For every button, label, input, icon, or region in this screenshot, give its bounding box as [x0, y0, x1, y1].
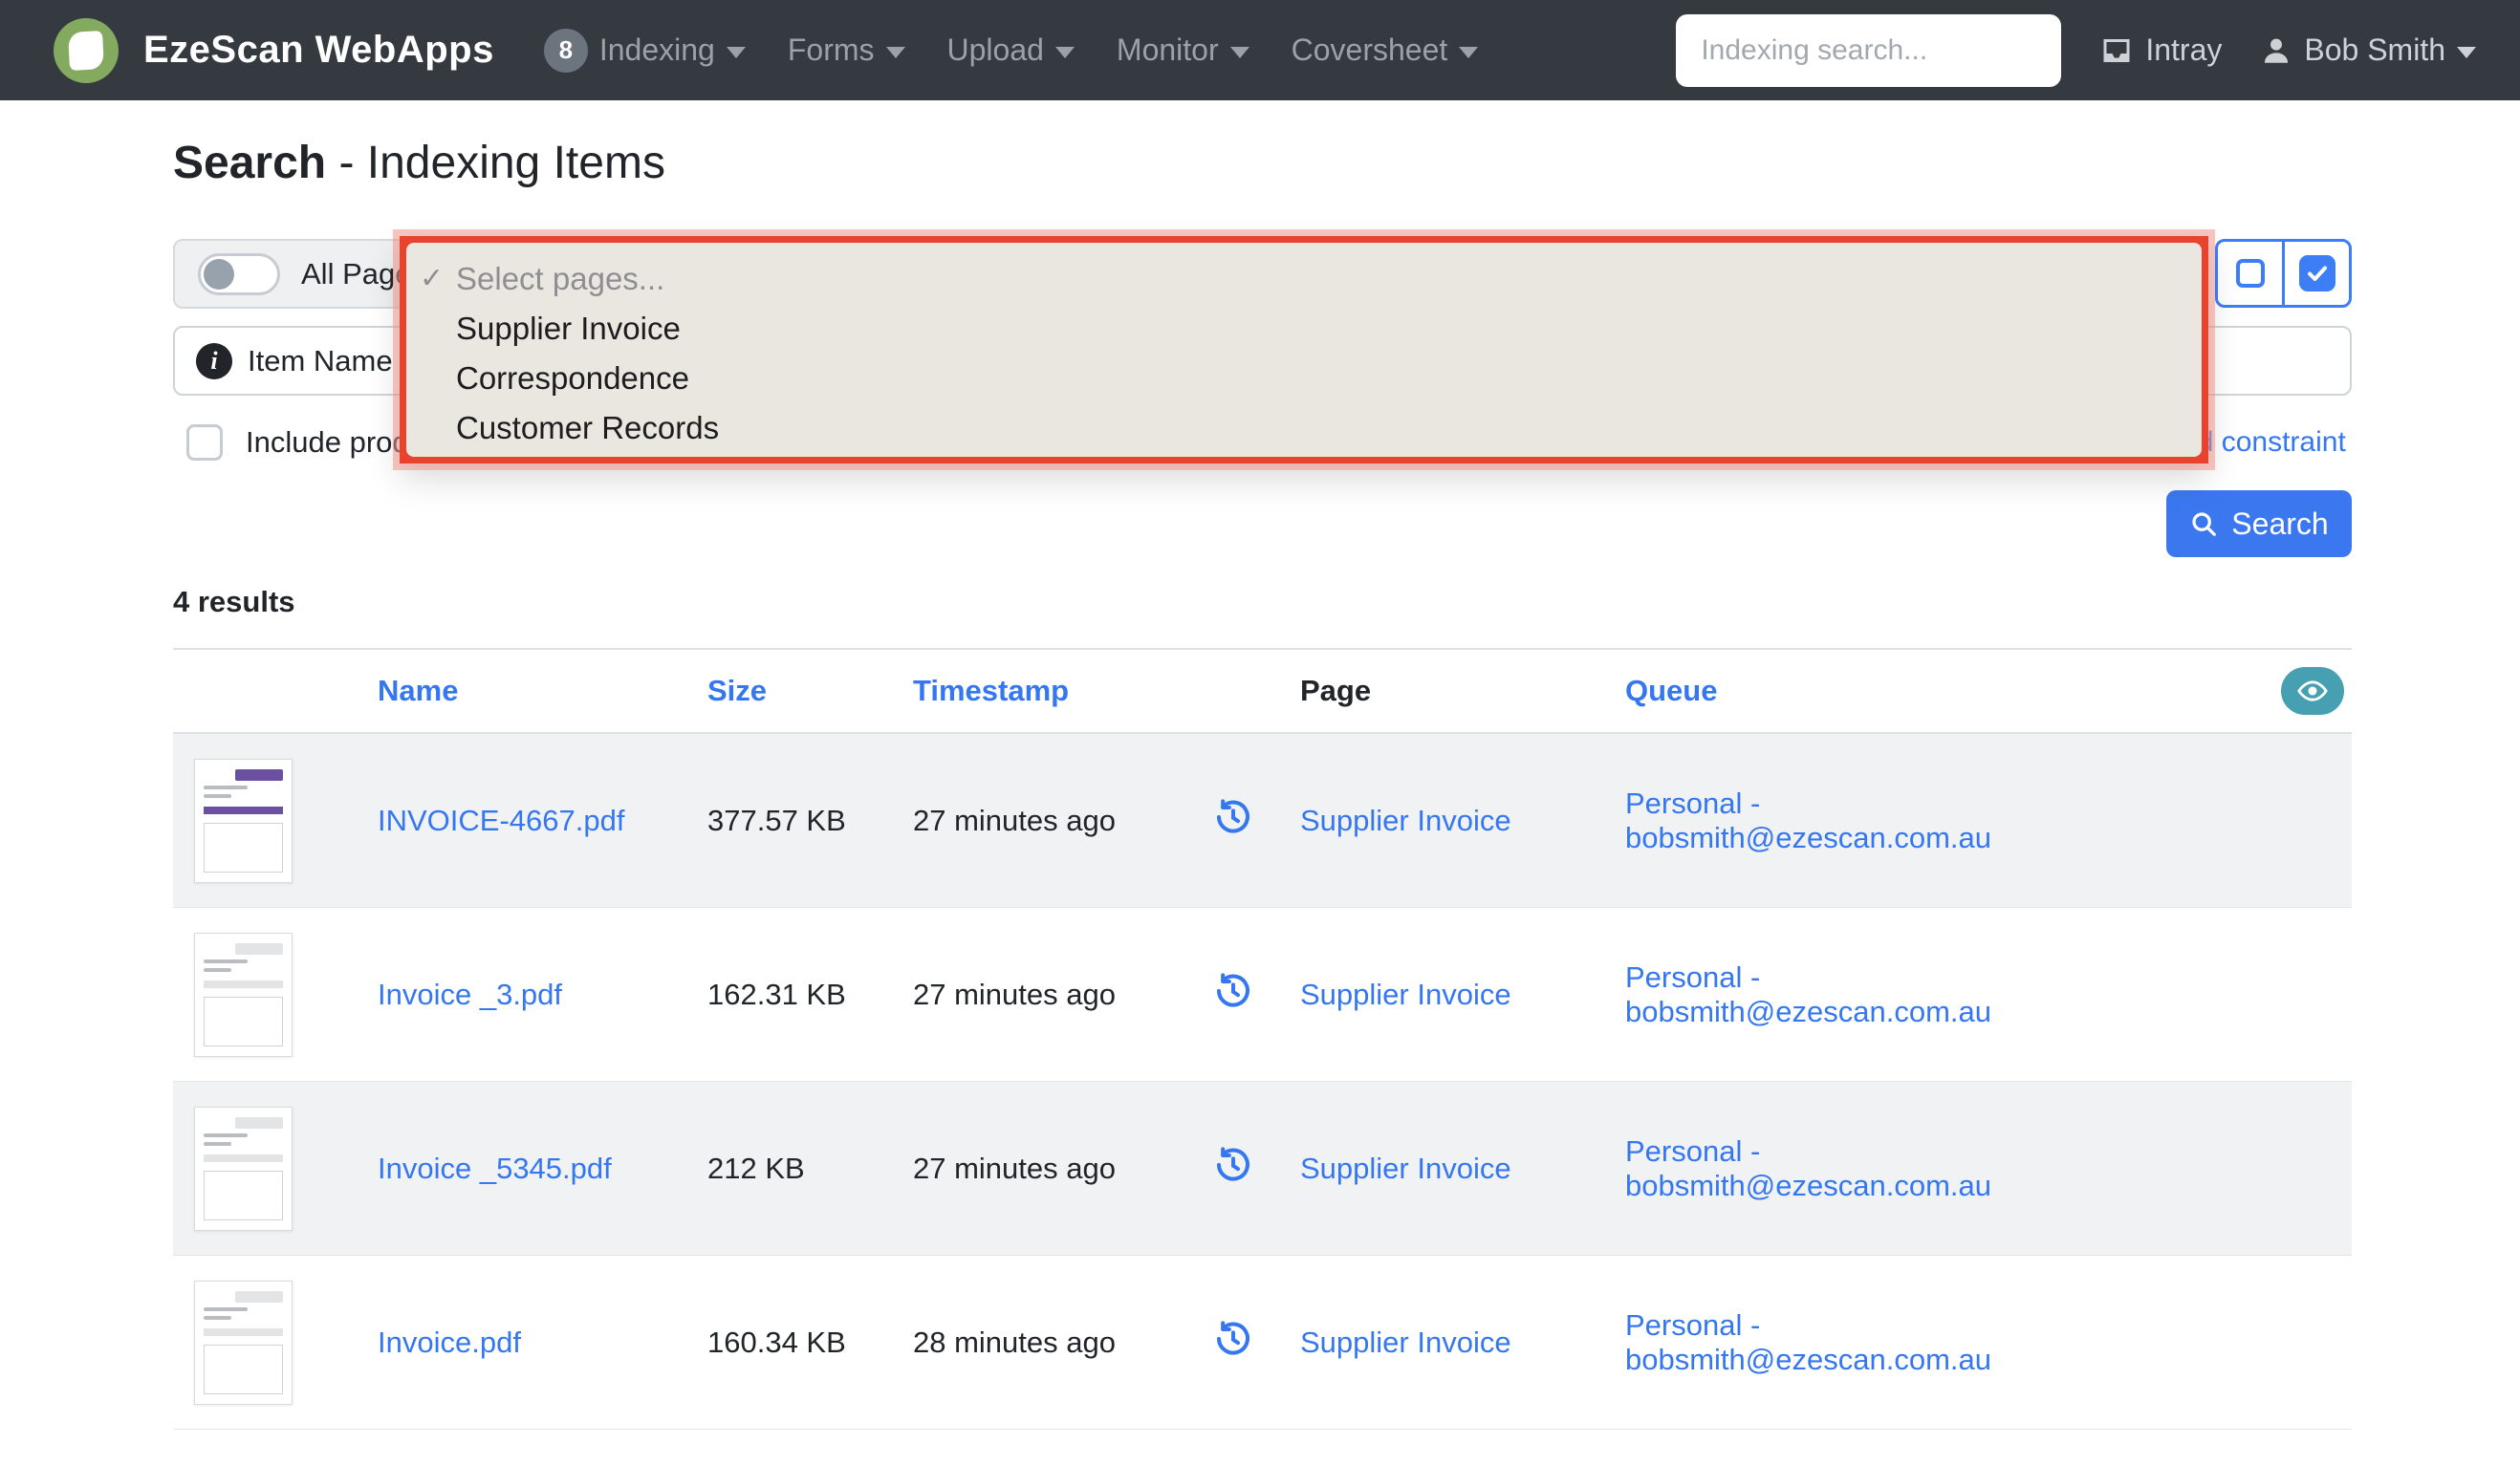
history-icon[interactable]	[1214, 798, 1252, 836]
file-size: 162.31 KB	[707, 977, 846, 1011]
document-thumbnail[interactable]	[194, 932, 293, 1057]
indexing-search-input[interactable]	[1676, 13, 2062, 87]
intray-button[interactable]: Intray	[2099, 32, 2222, 68]
checkbox-checked-icon	[2298, 255, 2335, 291]
history-icon[interactable]	[1214, 1146, 1252, 1184]
pages-dropdown-highlight: ✓ Select pages... Supplier Invoice Corre…	[400, 236, 2208, 464]
document-thumbnail[interactable]	[194, 1106, 293, 1231]
check-icon: ✓	[420, 263, 445, 294]
nav-item-monitor[interactable]: Monitor	[1117, 32, 1249, 68]
primary-nav: 8 Indexing Forms Upload Monitor Covershe…	[543, 28, 1479, 73]
sort-by-name[interactable]: Name	[378, 674, 707, 708]
queue-link[interactable]: Personal - bobsmith@ezescan.com.au	[1625, 1134, 2132, 1203]
page-title: Search - Indexing Items	[173, 138, 665, 188]
results-table-header: Name Size Timestamp Page Queue	[173, 650, 2352, 734]
chevron-down-icon	[1459, 46, 1479, 58]
table-row: Invoice.pdf 160.34 KB 28 minutes ago Sup…	[173, 1256, 2352, 1430]
queue-link[interactable]: Personal - bobsmith@ezescan.com.au	[1625, 787, 2132, 855]
file-name-link[interactable]: Invoice _3.pdf	[378, 978, 707, 1012]
file-timestamp: 27 minutes ago	[913, 1151, 1116, 1185]
table-row: Invoice _3.pdf 162.31 KB 27 minutes ago …	[173, 908, 2352, 1082]
inbox-icon	[2103, 38, 2130, 62]
chevron-down-icon	[1054, 46, 1075, 58]
dropdown-option-correspondence[interactable]: Correspondence	[406, 354, 2202, 403]
file-name-link[interactable]: Invoice.pdf	[378, 1326, 707, 1360]
nav-item-indexing[interactable]: 8 Indexing	[543, 28, 746, 73]
chevron-down-icon	[885, 46, 905, 58]
selection-button-group	[2215, 239, 2352, 308]
info-icon[interactable]: i	[196, 342, 232, 379]
file-size: 160.34 KB	[707, 1325, 846, 1359]
page-type-link[interactable]: Supplier Invoice	[1300, 1152, 1625, 1186]
search-button[interactable]: Search	[2166, 490, 2352, 557]
chevron-down-icon	[1229, 46, 1249, 58]
dropdown-option-placeholder[interactable]: ✓ Select pages...	[406, 254, 2202, 304]
results-count: 4 results	[173, 585, 295, 618]
file-size: 212 KB	[707, 1151, 805, 1185]
file-timestamp: 28 minutes ago	[913, 1325, 1116, 1359]
file-size: 377.57 KB	[707, 803, 846, 837]
select-all-button[interactable]	[2282, 242, 2349, 305]
brand-title[interactable]: EzeScan WebApps	[143, 29, 494, 72]
nav-item-coversheet[interactable]: Coversheet	[1292, 32, 1479, 68]
include-processed-row: Include prod	[186, 424, 409, 461]
document-icon	[67, 30, 105, 71]
table-row: INVOICE-4667.pdf 377.57 KB 27 minutes ag…	[173, 734, 2352, 908]
page-subtitle: - Indexing Items	[338, 138, 665, 188]
page-root: EzeScan WebApps 8 Indexing Forms Upload …	[0, 0, 2520, 1466]
sort-by-size[interactable]: Size	[707, 674, 913, 708]
queue-link[interactable]: Personal - bobsmith@ezescan.com.au	[1625, 960, 2132, 1029]
all-pages-toggle[interactable]	[198, 252, 280, 295]
document-thumbnail[interactable]	[194, 1280, 293, 1405]
page-type-link[interactable]: Supplier Invoice	[1300, 978, 1625, 1012]
table-row: Invoice _5345.pdf 212 KB 27 minutes ago …	[173, 1082, 2352, 1256]
dropdown-option-supplier-invoice[interactable]: Supplier Invoice	[406, 304, 2202, 354]
chevron-down-icon	[2457, 46, 2476, 58]
toggle-knob	[204, 258, 234, 290]
document-thumbnail[interactable]	[194, 758, 293, 883]
pages-dropdown-menu: ✓ Select pages... Supplier Invoice Corre…	[406, 243, 2202, 457]
top-navbar: EzeScan WebApps 8 Indexing Forms Upload …	[0, 0, 2520, 100]
page-type-link[interactable]: Supplier Invoice	[1300, 804, 1625, 838]
navbar-right: Intray Bob Smith	[1676, 13, 2476, 87]
results-section: 4 results Name Size Timestamp Page Queue	[173, 585, 2352, 1430]
include-processed-checkbox[interactable]	[186, 424, 223, 461]
toggle-visibility-button[interactable]	[2281, 667, 2344, 715]
nav-item-upload[interactable]: Upload	[947, 32, 1075, 68]
indexing-count-badge: 8	[543, 28, 588, 73]
person-icon	[2265, 38, 2289, 63]
history-icon[interactable]	[1214, 972, 1252, 1010]
search-icon	[2192, 512, 2217, 536]
chevron-down-icon	[726, 46, 746, 58]
file-timestamp: 27 minutes ago	[913, 977, 1116, 1011]
dropdown-option-customer-records[interactable]: Customer Records	[406, 403, 2202, 453]
results-table: Name Size Timestamp Page Queue INVOICE-4…	[173, 648, 2352, 1430]
sort-by-queue[interactable]: Queue	[1625, 674, 2132, 708]
page-type-link[interactable]: Supplier Invoice	[1300, 1326, 1625, 1360]
eye-icon	[2297, 680, 2328, 701]
deselect-all-button[interactable]	[2218, 242, 2282, 305]
file-name-link[interactable]: Invoice _5345.pdf	[378, 1152, 707, 1186]
ezescan-logo[interactable]	[54, 17, 119, 83]
file-timestamp: 27 minutes ago	[913, 803, 1116, 837]
queue-link[interactable]: Personal - bobsmith@ezescan.com.au	[1625, 1308, 2132, 1377]
user-menu[interactable]: Bob Smith	[2260, 32, 2476, 68]
file-name-link[interactable]: INVOICE-4667.pdf	[378, 804, 707, 838]
nav-item-forms[interactable]: Forms	[788, 32, 905, 68]
column-page: Page	[1300, 674, 1372, 707]
sort-by-timestamp[interactable]: Timestamp	[913, 674, 1214, 708]
history-icon[interactable]	[1214, 1320, 1252, 1358]
checkbox-unchecked-icon	[2235, 259, 2265, 288]
